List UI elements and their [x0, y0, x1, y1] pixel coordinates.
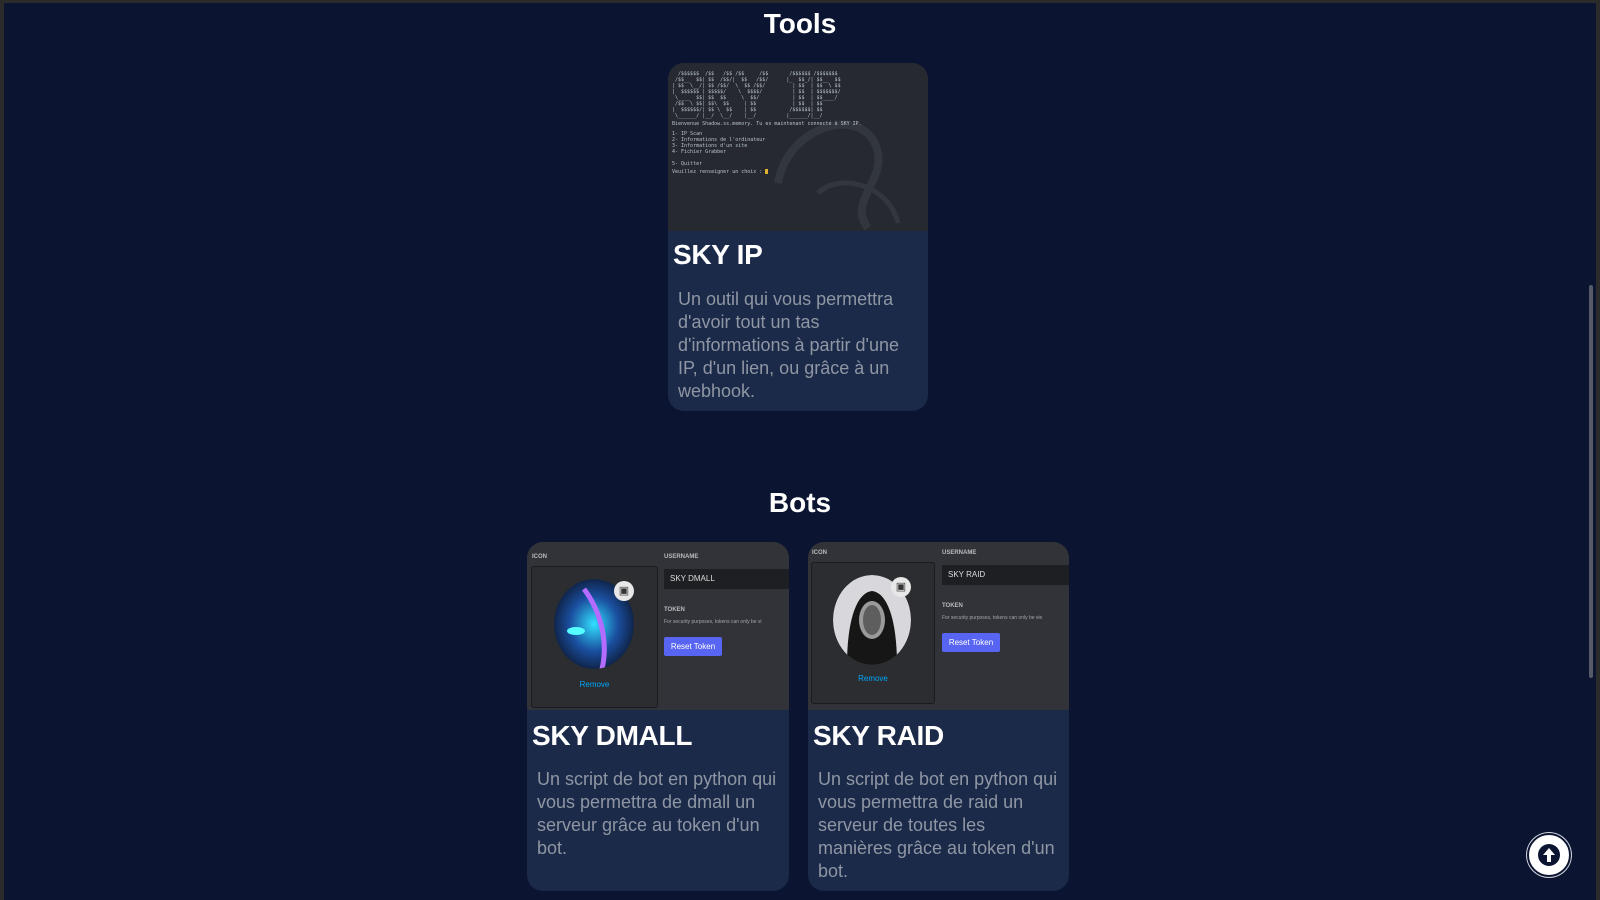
username-label: USERNAME — [664, 554, 699, 560]
sky-dmall-screenshot: ICON ▣ Remove USERNAME SKY DMALL TOKEN F… — [527, 542, 789, 710]
sky-raid-title: SKY RAID — [813, 720, 944, 751]
scroll-to-top-button[interactable] — [1527, 833, 1571, 877]
welcome-text: Bienvenue Shadow.ss.memory. Tu es mainte… — [672, 121, 862, 127]
page-viewport: Tools /$$$$$$ /$$ /$$ /$$ /$$ /$$$$$$ /$… — [4, 3, 1596, 900]
icon-box: ▣ Remove — [811, 562, 935, 704]
reset-token-button[interactable]: Reset Token — [664, 637, 722, 656]
icon-label: ICON — [812, 550, 827, 556]
token-hint: For security purposes, tokens can only b… — [942, 615, 1043, 621]
ascii-logo: /$$$$$$ /$$ /$$ /$$ /$$ /$$$$$$ /$$$$$$$… — [672, 71, 841, 119]
username-field[interactable]: SKY RAID — [942, 565, 1069, 585]
sky-ip-card[interactable]: /$$$$$$ /$$ /$$ /$$ /$$ /$$$$$$ /$$$$$$$… — [668, 63, 928, 411]
sky-ip-description: Un outil qui vous permettra d'avoir tout… — [678, 289, 899, 401]
sky-raid-screenshot: ICON ▣ Remove USERNAME SKY RAID TOKEN Fo… — [808, 542, 1069, 710]
token-label: TOKEN — [942, 603, 963, 609]
token-hint: For security purposes, tokens can only b… — [664, 619, 762, 625]
remove-link[interactable]: Remove — [532, 680, 657, 689]
bots-section-title: Bots — [768, 487, 832, 518]
image-edit-icon[interactable]: ▣ — [891, 577, 911, 597]
icon-label: ICON — [532, 554, 547, 560]
token-label: TOKEN — [664, 607, 685, 613]
reset-token-button[interactable]: Reset Token — [942, 633, 1000, 652]
terminal-menu: 1- IP Scan 2- Informations de l'ordinate… — [672, 131, 766, 167]
sky-ip-screenshot: /$$$$$$ /$$ /$$ /$$ /$$ /$$$$$$ /$$$$$$$… — [668, 63, 928, 231]
image-edit-icon[interactable]: ▣ — [614, 581, 634, 601]
arrow-up-icon — [1538, 844, 1560, 866]
icon-box: ▣ Remove — [531, 566, 658, 708]
sky-raid-description: Un script de bot en python qui vous perm… — [818, 769, 1058, 881]
username-field[interactable]: SKY DMALL — [664, 569, 789, 589]
sky-ip-title: SKY IP — [673, 239, 763, 270]
remove-link[interactable]: Remove — [812, 674, 934, 683]
scrollbar-thumb[interactable] — [1589, 285, 1593, 678]
tools-section-title: Tools — [763, 8, 837, 39]
terminal-prompt: Veuillez renseigner un choix : — [672, 169, 769, 175]
sky-dmall-description: Un script de bot en python qui vous perm… — [537, 769, 777, 858]
sky-raid-card[interactable]: ICON ▣ Remove USERNAME SKY RAID TOKEN Fo… — [808, 542, 1069, 891]
sky-dmall-title: SKY DMALL — [532, 720, 693, 751]
username-label: USERNAME — [942, 550, 977, 556]
sky-dmall-card[interactable]: ICON ▣ Remove USERNAME SKY DMALL TOKEN F… — [527, 542, 789, 891]
